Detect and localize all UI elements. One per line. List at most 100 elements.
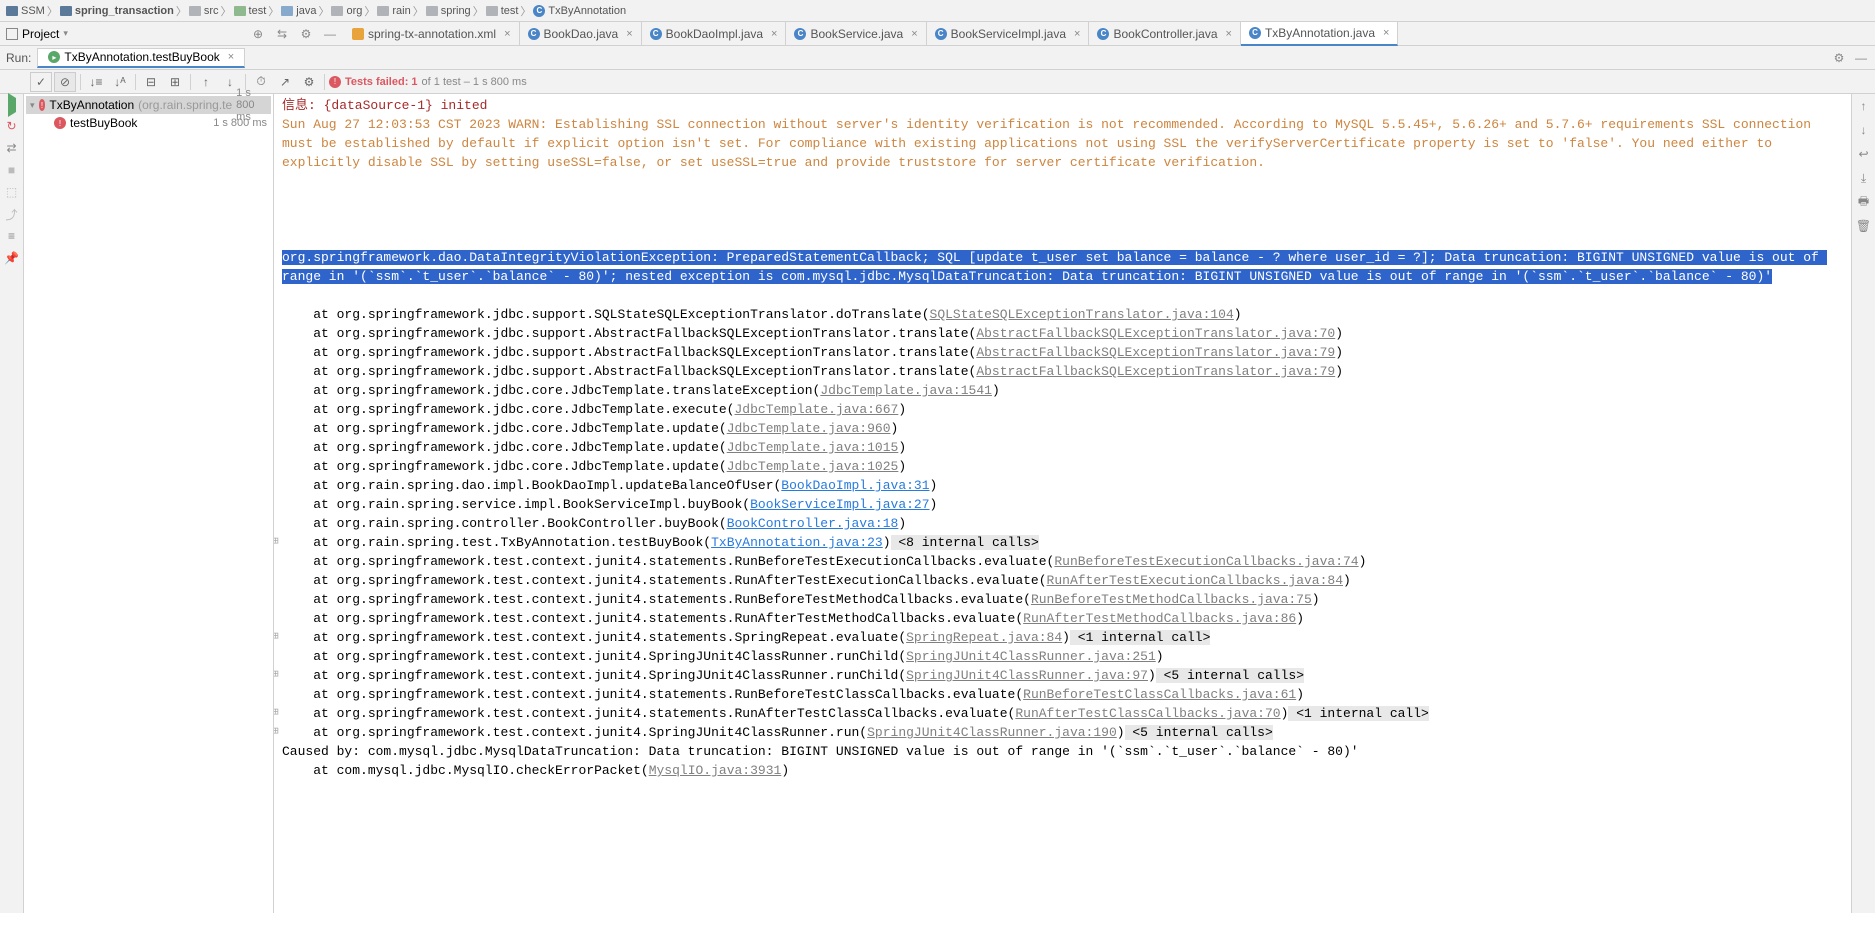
toggle-auto-icon[interactable]: ⇄ — [4, 140, 20, 156]
scroll-to-end-icon[interactable]: ⤓ — [1856, 170, 1872, 186]
breadcrumb-item[interactable]: CTxByAnnotation — [533, 5, 626, 17]
clear-icon[interactable]: 🗑 — [1856, 218, 1872, 234]
console-output[interactable]: 信息: {dataSource-1} initedSun Aug 27 12:0… — [274, 94, 1851, 913]
editor-tab[interactable]: CBookDaoImpl.java× — [642, 22, 787, 46]
source-link[interactable]: JdbcTemplate.java:960 — [727, 421, 891, 436]
expand-icon[interactable]: ⇆ — [274, 26, 290, 42]
run-config-tab[interactable]: ▸ TxByAnnotation.testBuyBook × — [37, 48, 245, 68]
editor-tab[interactable]: CBookService.java× — [786, 22, 926, 46]
source-link[interactable]: BookDaoImpl.java:31 — [781, 478, 929, 493]
tab-label: TxByAnnotation.java — [1265, 26, 1375, 40]
gear-icon[interactable]: ⚙ — [298, 26, 314, 42]
breadcrumb-item[interactable]: test — [234, 5, 267, 17]
fold-icon[interactable]: ⊞ — [274, 666, 279, 685]
hide-icon[interactable]: — — [322, 26, 338, 42]
breadcrumb-label: test — [249, 5, 267, 17]
source-link[interactable]: MysqlIO.java:3931 — [649, 763, 782, 778]
editor-tab[interactable]: spring-tx-annotation.xml × — [344, 22, 520, 46]
editor-tab[interactable]: CTxByAnnotation.java× — [1241, 22, 1399, 46]
tab-label: spring-tx-annotation.xml — [368, 27, 496, 41]
close-icon[interactable]: × — [911, 28, 917, 40]
sort-down-icon[interactable]: ↓≡ — [85, 72, 107, 92]
console-line: ⊞ at org.springframework.test.context.ju… — [274, 704, 1851, 723]
breadcrumb-item[interactable]: rain — [377, 5, 410, 17]
close-icon[interactable]: × — [1383, 27, 1389, 39]
source-link[interactable]: RunBeforeTestExecutionCallbacks.java:74 — [1054, 554, 1358, 569]
source-link[interactable]: JdbcTemplate.java:667 — [735, 402, 899, 417]
scroll-up-icon[interactable]: ↑ — [1856, 98, 1872, 114]
scroll-down-icon[interactable]: ↓ — [1856, 122, 1872, 138]
breadcrumb-item[interactable]: java — [281, 5, 316, 17]
source-link[interactable]: TxByAnnotation.java:23 — [711, 535, 883, 550]
test-tree[interactable]: ▾ ! TxByAnnotation (org.rain.spring.te 1… — [24, 94, 274, 913]
rerun-failed-icon[interactable]: ↻ — [4, 118, 20, 134]
hide-icon[interactable]: — — [1853, 50, 1869, 66]
layout-icon[interactable]: ≡ — [4, 228, 20, 244]
breadcrumb-label: java — [296, 5, 316, 17]
source-link[interactable]: BookServiceImpl.java:27 — [750, 497, 929, 512]
breadcrumb-item[interactable]: spring — [426, 5, 471, 17]
source-link[interactable]: BookController.java:18 — [727, 516, 899, 531]
close-icon[interactable]: × — [1074, 28, 1080, 40]
source-link[interactable]: RunBeforeTestClassCallbacks.java:61 — [1023, 687, 1296, 702]
close-icon[interactable]: × — [1226, 28, 1232, 40]
source-link[interactable]: SpringJUnit4ClassRunner.java:97 — [906, 668, 1148, 683]
fold-icon[interactable]: ⊞ — [274, 533, 279, 552]
gear-icon[interactable]: ⚙ — [298, 72, 320, 92]
exit-icon[interactable]: ⤴ — [4, 206, 20, 222]
tree-root-row[interactable]: ▾ ! TxByAnnotation (org.rain.spring.te 1… — [26, 96, 271, 114]
expand-all-icon[interactable]: ⊟ — [140, 72, 162, 92]
source-link[interactable]: JdbcTemplate.java:1015 — [727, 440, 899, 455]
source-link[interactable]: RunAfterTestExecutionCallbacks.java:84 — [1047, 573, 1343, 588]
source-link[interactable]: AbstractFallbackSQLExceptionTranslator.j… — [976, 345, 1335, 360]
fold-icon[interactable]: ⊞ — [274, 704, 279, 723]
source-link[interactable]: AbstractFallbackSQLExceptionTranslator.j… — [976, 326, 1335, 341]
toggle-ignore-icon[interactable]: ⊘ — [54, 72, 76, 92]
toggle-pass-icon[interactable]: ✓ — [30, 72, 52, 92]
gear-icon[interactable]: ⚙ — [1831, 50, 1847, 66]
chevron-down-icon[interactable]: ▾ — [30, 100, 35, 111]
chevron-down-icon[interactable]: ▾ — [63, 28, 68, 39]
breadcrumb-item[interactable]: org — [331, 5, 362, 17]
prev-icon[interactable]: ↑ — [195, 72, 217, 92]
source-link[interactable]: SpringRepeat.java:84 — [906, 630, 1062, 645]
source-link[interactable]: SpringJUnit4ClassRunner.java:251 — [906, 649, 1156, 664]
console-line: at org.springframework.jdbc.support.Abst… — [274, 343, 1851, 362]
source-link[interactable]: RunBeforeTestMethodCallbacks.java:75 — [1031, 592, 1312, 607]
pin-icon[interactable]: 📌 — [4, 250, 20, 266]
close-icon[interactable]: × — [504, 28, 510, 40]
xml-icon — [352, 28, 364, 40]
source-link[interactable]: RunAfterTestMethodCallbacks.java:86 — [1023, 611, 1296, 626]
close-icon[interactable]: × — [228, 51, 234, 63]
source-link[interactable]: AbstractFallbackSQLExceptionTranslator.j… — [976, 364, 1335, 379]
console-line — [274, 286, 1851, 305]
soft-wrap-icon[interactable]: ↩ — [1856, 146, 1872, 162]
stop-icon[interactable]: ■ — [4, 162, 20, 178]
breadcrumb-item[interactable]: test — [486, 5, 519, 17]
project-label[interactable]: Project — [22, 27, 59, 41]
breadcrumb-item[interactable]: src — [189, 5, 219, 17]
collapse-all-icon[interactable]: ⊞ — [164, 72, 186, 92]
close-icon[interactable]: × — [626, 28, 632, 40]
source-link[interactable]: RunAfterTestClassCallbacks.java:70 — [1015, 706, 1280, 721]
tree-child-row[interactable]: ! testBuyBook 1 s 800 ms — [26, 114, 271, 132]
tab-label: BookDao.java — [544, 27, 619, 41]
source-link[interactable]: JdbcTemplate.java:1541 — [820, 383, 992, 398]
print-icon[interactable]: 🖶 — [1856, 194, 1872, 210]
breadcrumb-item[interactable]: spring_transaction — [60, 5, 174, 17]
close-icon[interactable]: × — [771, 28, 777, 40]
breadcrumb-item[interactable]: SSM — [6, 5, 45, 17]
fold-icon[interactable]: ⊞ — [274, 628, 279, 647]
source-link[interactable]: SQLStateSQLExceptionTranslator.java:104 — [930, 307, 1234, 322]
source-link[interactable]: SpringJUnit4ClassRunner.java:190 — [867, 725, 1117, 740]
editor-tab[interactable]: CBookDao.java× — [520, 22, 642, 46]
editor-tab[interactable]: CBookServiceImpl.java× — [927, 22, 1090, 46]
locate-icon[interactable]: ⊕ — [250, 26, 266, 42]
source-link[interactable]: JdbcTemplate.java:1025 — [727, 459, 899, 474]
fold-icon[interactable]: ⊞ — [274, 723, 279, 742]
sort-alpha-icon[interactable]: ↓ᴬ — [109, 72, 131, 92]
export-icon[interactable]: ↗ — [274, 72, 296, 92]
dump-icon[interactable]: ⬚ — [4, 184, 20, 200]
editor-tab[interactable]: CBookController.java× — [1089, 22, 1241, 46]
rerun-icon[interactable] — [8, 98, 16, 112]
